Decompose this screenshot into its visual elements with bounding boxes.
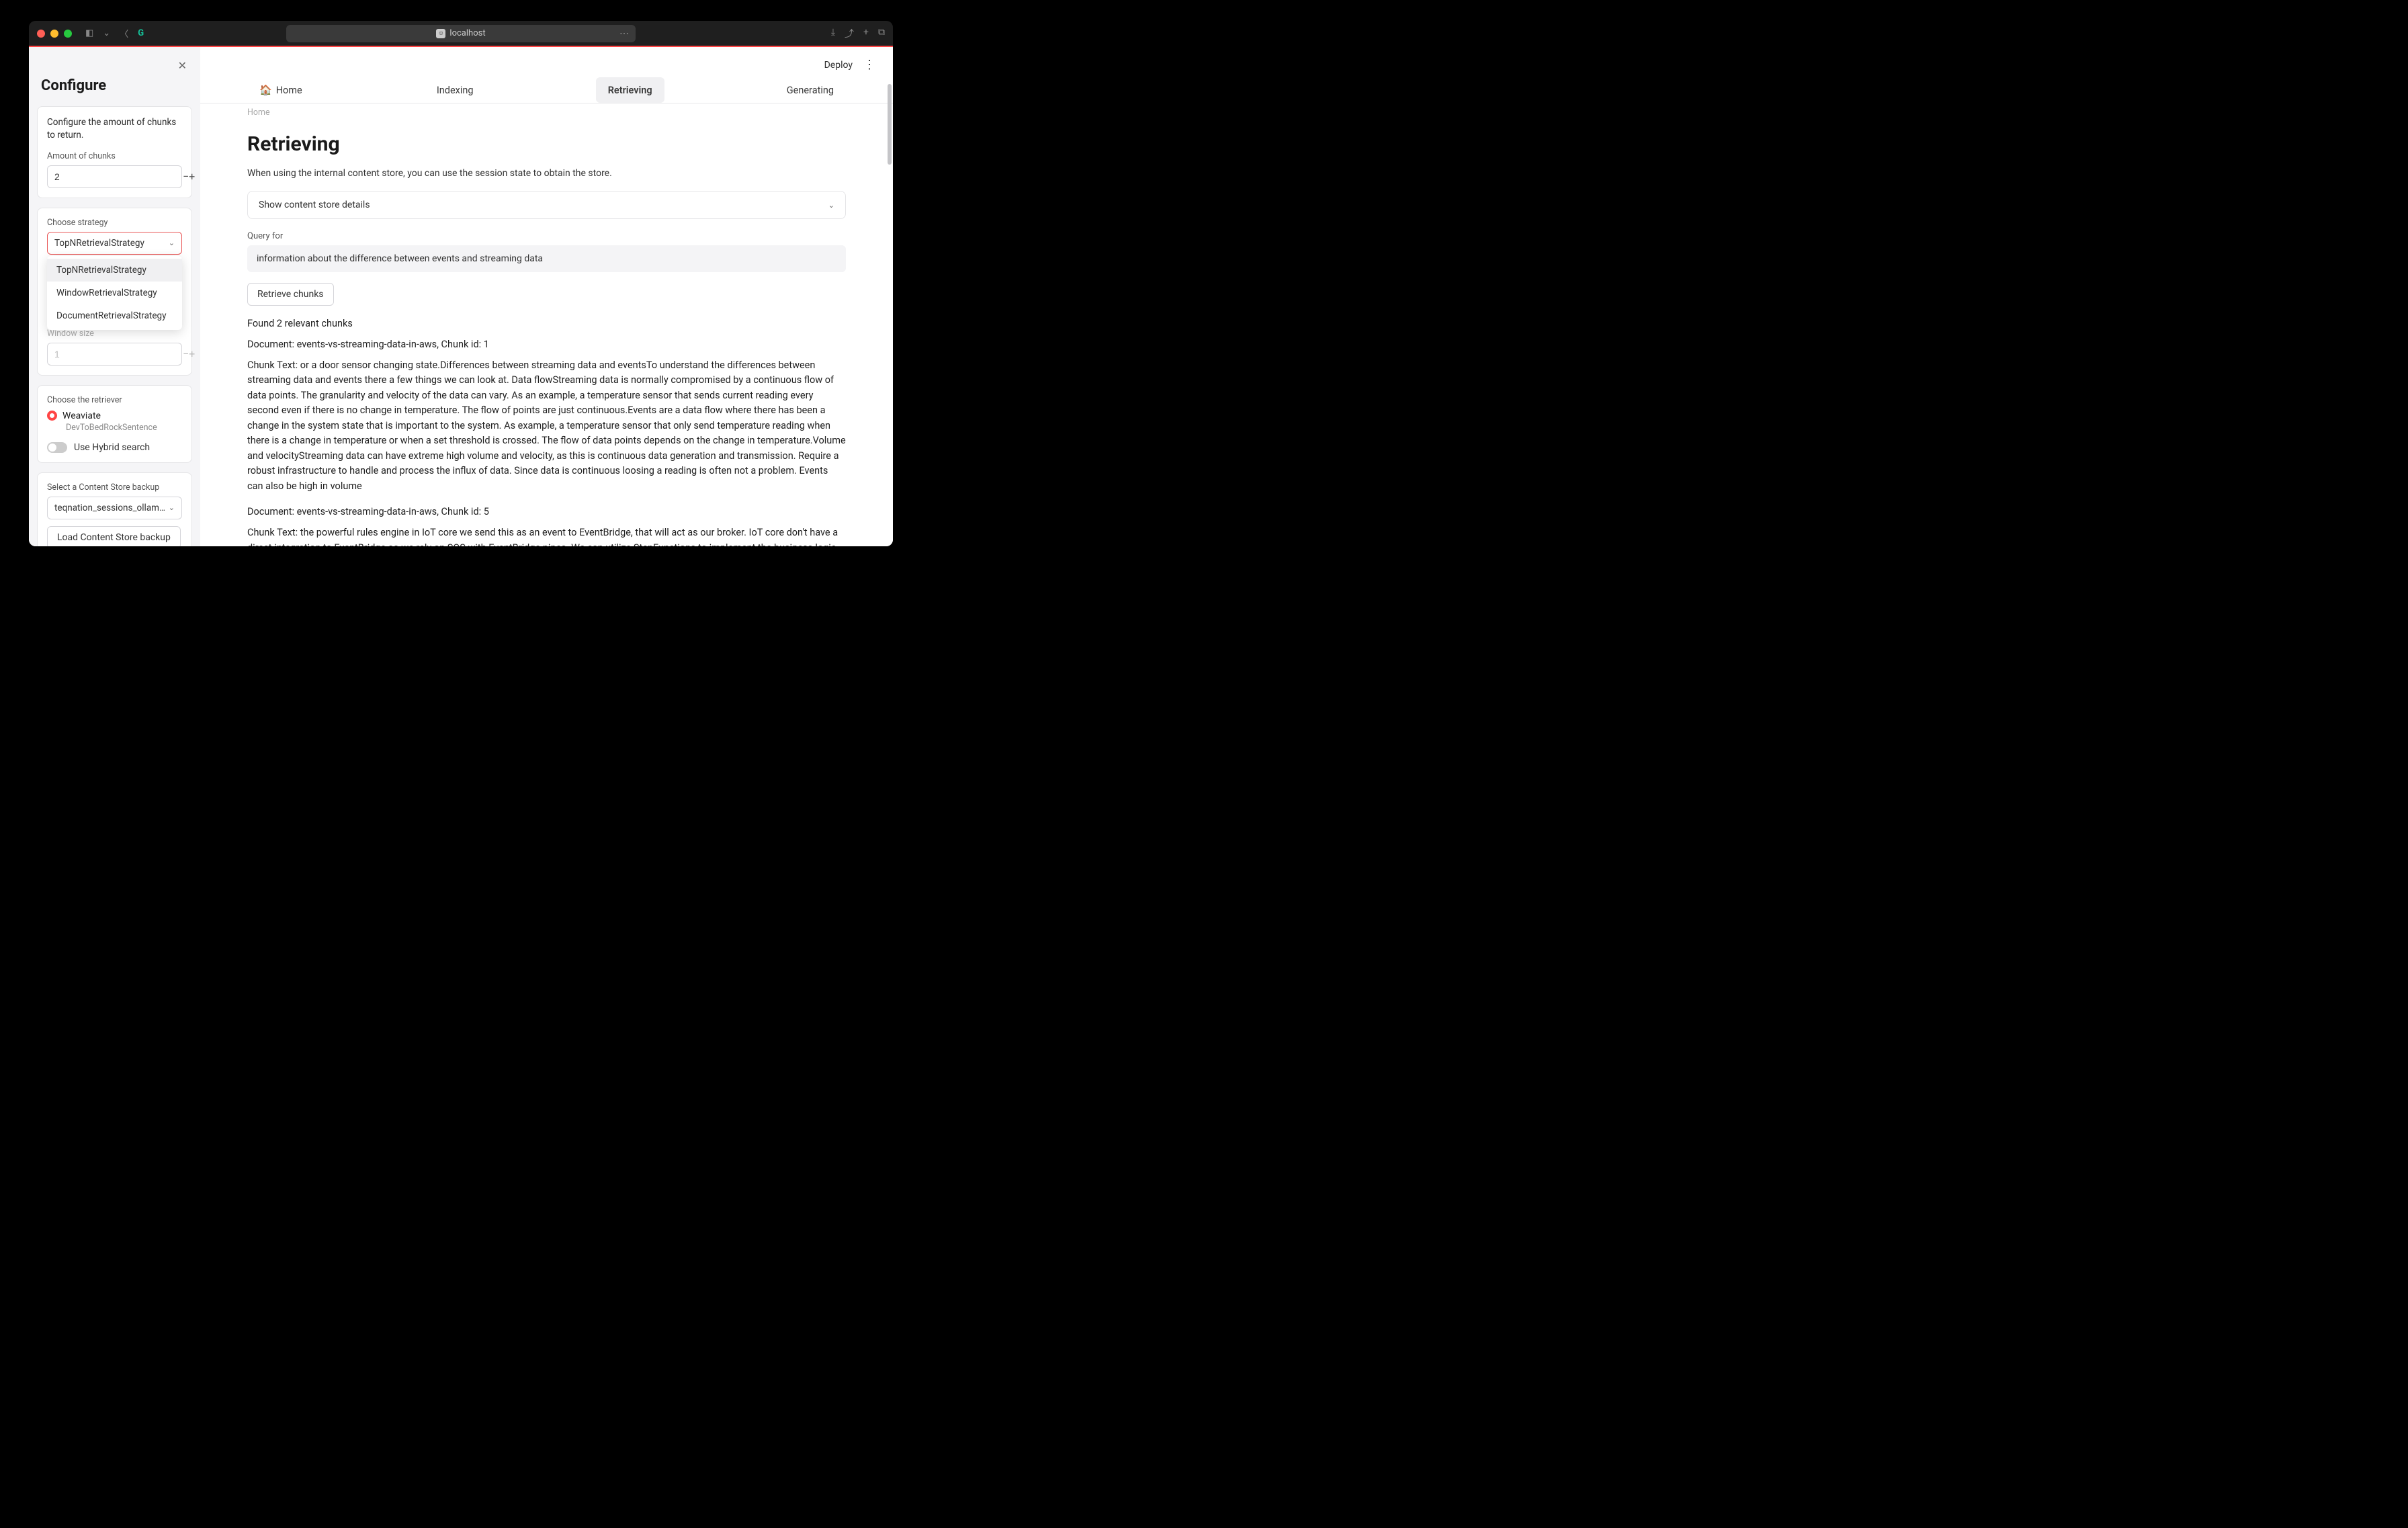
load-backup-button[interactable]: Load Content Store backup (47, 526, 181, 546)
backup-card: Select a Content Store backup teqnation_… (37, 472, 192, 546)
chunk-text-2: Chunk Text: the powerful rules engine in… (247, 525, 846, 546)
query-label: Query for (247, 231, 846, 241)
strategy-option-window[interactable]: WindowRetrievalStrategy (47, 282, 182, 304)
url-bar[interactable]: ☺ localhost ⋯ (286, 25, 636, 42)
chunks-decrement[interactable]: − (183, 170, 189, 183)
retriever-card: Choose the retriever Weaviate DevToBedRo… (37, 385, 192, 463)
tab-generating-label: Generating (787, 85, 834, 96)
chunks-card: Configure the amount of chunks to return… (37, 106, 192, 198)
expander-label: Show content store details (259, 200, 370, 210)
hybrid-toggle-row: Use Hybrid search (47, 442, 182, 453)
window-size-label: Window size (47, 329, 182, 339)
radio-selected-icon (47, 411, 57, 421)
scrollbar[interactable] (888, 84, 892, 165)
app: ✕ Configure Configure the amount of chun… (29, 47, 893, 546)
page-title: Retrieving (247, 132, 846, 156)
chunks-desc: Configure the amount of chunks to return… (47, 116, 182, 142)
tab-generating[interactable]: Generating (775, 77, 846, 103)
maximize-window-button[interactable] (64, 30, 72, 38)
chevron-down-icon[interactable]: ⌄ (103, 28, 110, 38)
tab-home-label: Home (276, 85, 302, 96)
grammarly-icon[interactable]: G (138, 28, 144, 38)
strategy-option-topn[interactable]: TopNRetrievalStrategy (47, 259, 182, 282)
window-increment: + (189, 347, 195, 360)
sidebar-title: Configure (29, 47, 200, 106)
retrieve-button[interactable]: Retrieve chunks (247, 283, 334, 306)
window-decrement: − (183, 347, 189, 360)
retriever-label: Choose the retriever (47, 395, 182, 405)
strategy-dropdown: TopNRetrievalStrategy WindowRetrievalStr… (47, 256, 182, 330)
retriever-option-weaviate: Weaviate (62, 411, 101, 421)
doc-header-1: Document: events-vs-streaming-data-in-aw… (247, 339, 846, 350)
content-store-expander[interactable]: Show content store details ⌄ (247, 191, 846, 219)
titlebar-right-icons: ⤓ ⤴ + ⧉ (831, 27, 885, 40)
breadcrumb[interactable]: Home (200, 103, 893, 118)
browser-window: ◧ ⌄ 〈 G ☺ localhost ⋯ ⤓ ⤴ + ⧉ ✕ Configur… (29, 21, 893, 546)
chunks-stepper: − + (47, 165, 182, 188)
chevron-down-icon: ⌄ (828, 201, 834, 210)
strategy-label: Choose strategy (47, 218, 182, 228)
doc-header-2: Document: events-vs-streaming-data-in-aw… (247, 506, 846, 517)
tab-retrieving-label: Retrieving (608, 85, 652, 96)
strategy-select-wrap: TopNRetrievalStrategy ⌄ TopNRetrievalStr… (47, 232, 182, 255)
titlebar: ◧ ⌄ 〈 G ☺ localhost ⋯ ⤓ ⤴ + ⧉ (29, 21, 893, 46)
hybrid-toggle-label: Use Hybrid search (74, 442, 150, 453)
titlebar-left-icons: ◧ ⌄ 〈 G (85, 27, 144, 40)
topbar: Deploy ⋮ (200, 47, 893, 77)
close-sidebar-icon[interactable]: ✕ (178, 59, 187, 72)
tabs: 🏠 Home Indexing Retrieving Generating (200, 77, 893, 103)
hybrid-toggle[interactable] (47, 442, 67, 453)
strategy-select[interactable]: TopNRetrievalStrategy ⌄ (47, 232, 182, 255)
results-count: Found 2 relevant chunks (247, 318, 846, 329)
window-size-input (48, 349, 183, 359)
traffic-lights (37, 30, 72, 38)
new-tab-icon[interactable]: + (863, 27, 869, 40)
url-text: localhost (449, 28, 485, 38)
tab-retrieving[interactable]: Retrieving (596, 77, 664, 103)
site-icon: ☺ (436, 29, 445, 38)
tab-home[interactable]: 🏠 Home (247, 77, 314, 103)
sidebar-toggle-icon[interactable]: ◧ (85, 28, 93, 38)
page-desc: When using the internal content store, y… (247, 168, 846, 179)
back-icon[interactable]: 〈 (120, 27, 128, 40)
sidebar: ✕ Configure Configure the amount of chun… (29, 47, 200, 546)
backup-value: teqnation_sessions_ollam… (54, 503, 165, 513)
minimize-window-button[interactable] (50, 30, 58, 38)
chunks-increment[interactable]: + (189, 170, 195, 183)
retriever-sub: DevToBedRockSentence (66, 423, 182, 433)
chunk-text-1: Chunk Text: or a door sensor changing st… (247, 358, 846, 494)
page: Retrieving When using the internal conte… (200, 132, 893, 546)
backup-select[interactable]: teqnation_sessions_ollam… ⌄ (47, 497, 182, 519)
main: Deploy ⋮ 🏠 Home Indexing Retrieving Gene… (200, 47, 893, 546)
tab-indexing[interactable]: Indexing (425, 77, 486, 103)
query-input[interactable]: information about the difference between… (247, 245, 846, 272)
url-more-icon[interactable]: ⋯ (619, 28, 629, 39)
deploy-button[interactable]: Deploy (824, 60, 853, 71)
backup-label: Select a Content Store backup (47, 482, 182, 493)
tabs-icon[interactable]: ⧉ (878, 27, 885, 40)
downloads-icon[interactable]: ⤓ (831, 27, 835, 40)
chevron-down-icon: ⌄ (169, 239, 175, 247)
menu-kebab-icon[interactable]: ⋮ (863, 58, 875, 72)
share-icon[interactable]: ⤴ (845, 27, 854, 40)
chunks-input[interactable] (48, 171, 183, 182)
window-size-stepper: − + (47, 343, 182, 366)
strategy-card: Choose strategy TopNRetrievalStrategy ⌄ … (37, 208, 192, 376)
strategy-option-document[interactable]: DocumentRetrievalStrategy (47, 304, 182, 327)
close-window-button[interactable] (37, 30, 45, 38)
tab-indexing-label: Indexing (437, 85, 474, 96)
chunks-label: Amount of chunks (47, 151, 182, 161)
retriever-radio-row[interactable]: Weaviate (47, 411, 182, 421)
home-icon: 🏠 (259, 84, 272, 96)
chevron-down-icon: ⌄ (169, 503, 175, 512)
strategy-value: TopNRetrievalStrategy (54, 238, 144, 249)
